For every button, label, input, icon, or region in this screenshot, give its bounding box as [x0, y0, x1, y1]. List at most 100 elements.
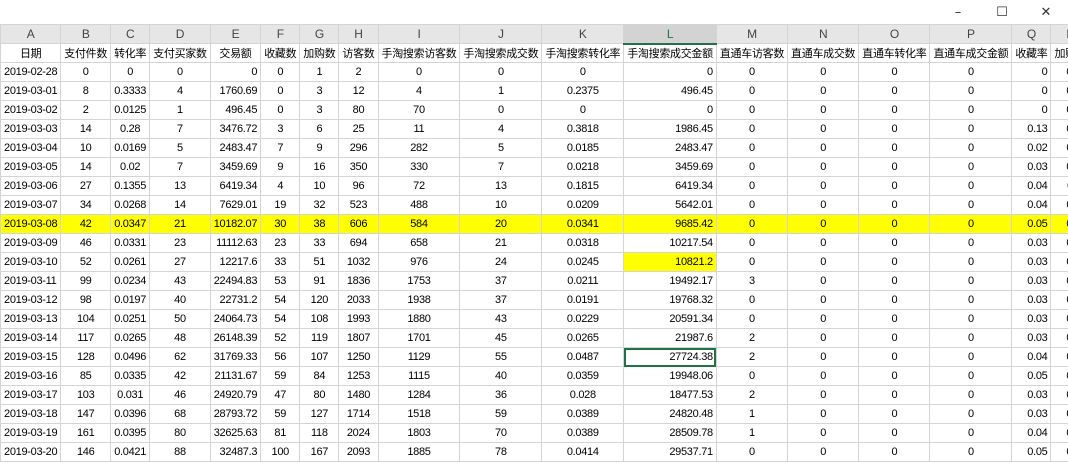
table-cell[interactable]: 0: [787, 328, 860, 348]
table-cell[interactable]: 0: [787, 100, 860, 120]
table-cell[interactable]: 0.028: [541, 385, 625, 405]
table-cell[interactable]: 7: [149, 157, 211, 177]
table-cell[interactable]: 1714: [338, 404, 379, 424]
table-cell[interactable]: 52: [260, 328, 301, 348]
table-cell[interactable]: 120: [299, 290, 340, 310]
table-cell[interactable]: 0.25: [1050, 119, 1068, 139]
table-cell[interactable]: 10182.07: [209, 214, 262, 234]
table-cell[interactable]: 0: [858, 233, 931, 253]
table-cell[interactable]: 0.0234: [110, 271, 151, 291]
table-cell[interactable]: 2019-03-06: [0, 176, 62, 196]
field-header-cell[interactable]: 手淘搜索成交金额: [623, 43, 717, 63]
table-cell[interactable]: 0: [858, 366, 931, 386]
table-cell[interactable]: 0: [787, 271, 860, 291]
table-cell[interactable]: 0: [929, 328, 1013, 348]
column-header-b[interactable]: B: [60, 24, 112, 44]
table-cell[interactable]: 0: [715, 138, 789, 158]
table-cell[interactable]: 0.04: [1011, 423, 1052, 443]
table-cell[interactable]: 0: [929, 366, 1013, 386]
table-cell[interactable]: 0.05: [1011, 366, 1052, 386]
table-cell[interactable]: 0.2375: [541, 81, 625, 101]
table-cell[interactable]: 0: [787, 214, 860, 234]
table-cell[interactable]: 118: [299, 423, 340, 443]
table-cell[interactable]: 1753: [377, 271, 461, 291]
field-header-cell[interactable]: 加购率: [1050, 43, 1068, 63]
table-cell[interactable]: 0: [715, 157, 789, 177]
column-header-r[interactable]: R: [1050, 24, 1068, 44]
table-cell[interactable]: 59: [459, 404, 543, 424]
table-cell[interactable]: 9685.42: [623, 214, 717, 234]
table-cell[interactable]: 0: [858, 252, 931, 272]
table-cell[interactable]: 0: [858, 100, 931, 120]
table-cell[interactable]: 0.06: [1050, 290, 1068, 310]
table-cell[interactable]: 0: [787, 138, 860, 158]
table-cell[interactable]: 0: [858, 214, 931, 234]
field-header-cell[interactable]: 加购数: [299, 43, 340, 63]
table-cell[interactable]: 104: [60, 309, 112, 329]
table-cell[interactable]: 1880: [377, 309, 461, 329]
table-cell[interactable]: 2019-03-20: [0, 442, 62, 462]
table-cell[interactable]: 1518: [377, 404, 461, 424]
table-cell[interactable]: 1701: [377, 328, 461, 348]
table-cell[interactable]: 0: [858, 271, 931, 291]
table-cell[interactable]: 56: [260, 347, 301, 367]
table-cell[interactable]: 2019-03-08: [0, 214, 62, 234]
table-cell[interactable]: 0: [929, 404, 1013, 424]
table-cell[interactable]: 658: [377, 233, 461, 253]
table-cell[interactable]: 0: [541, 100, 625, 120]
field-header-cell[interactable]: 手淘搜索访客数: [377, 43, 461, 63]
table-cell[interactable]: 2: [60, 100, 112, 120]
table-cell[interactable]: 25: [338, 119, 379, 139]
field-header-cell[interactable]: 直通车转化率: [858, 43, 931, 63]
table-cell[interactable]: 100: [260, 442, 301, 462]
table-cell[interactable]: 2019-03-05: [0, 157, 62, 177]
table-cell[interactable]: 40: [459, 366, 543, 386]
table-cell[interactable]: 0.06: [1050, 214, 1068, 234]
table-cell[interactable]: 694: [338, 233, 379, 253]
table-cell[interactable]: 0.0421: [110, 442, 151, 462]
table-cell[interactable]: 16: [299, 157, 340, 177]
table-cell[interactable]: 0: [787, 290, 860, 310]
table-cell[interactable]: 80: [299, 385, 340, 405]
table-cell[interactable]: 0.03: [1011, 385, 1052, 405]
table-cell[interactable]: 2019-03-10: [0, 252, 62, 272]
table-cell[interactable]: 0: [929, 157, 1013, 177]
table-cell[interactable]: 70: [459, 423, 543, 443]
table-cell[interactable]: 0.04: [1011, 176, 1052, 196]
table-cell[interactable]: 0.04: [1011, 195, 1052, 215]
table-cell[interactable]: 0.0209: [541, 195, 625, 215]
field-header-cell[interactable]: 直通车访客数: [715, 43, 789, 63]
minimize-icon[interactable]: –: [936, 0, 980, 24]
table-cell[interactable]: 0.0265: [110, 328, 151, 348]
table-cell[interactable]: 0.0331: [110, 233, 151, 253]
table-cell[interactable]: 22731.2: [209, 290, 262, 310]
table-cell[interactable]: 47: [260, 385, 301, 405]
table-cell[interactable]: 32: [299, 195, 340, 215]
table-cell[interactable]: 72: [377, 176, 461, 196]
table-cell[interactable]: 0.0359: [541, 366, 625, 386]
table-cell[interactable]: 10: [299, 176, 340, 196]
table-cell[interactable]: 1: [299, 62, 340, 82]
table-cell[interactable]: 14: [60, 119, 112, 139]
table-cell[interactable]: 2019-03-19: [0, 423, 62, 443]
table-cell[interactable]: 167: [299, 442, 340, 462]
column-header-d[interactable]: D: [149, 24, 211, 44]
table-cell[interactable]: 108: [299, 309, 340, 329]
table-cell[interactable]: 10: [459, 195, 543, 215]
table-cell[interactable]: 1807: [338, 328, 379, 348]
table-cell[interactable]: 27: [149, 252, 211, 272]
table-cell[interactable]: 1250: [338, 347, 379, 367]
table-cell[interactable]: 0: [260, 100, 301, 120]
table-cell[interactable]: 0.48: [1050, 62, 1068, 82]
table-cell[interactable]: 0: [858, 347, 931, 367]
table-cell[interactable]: 48: [149, 328, 211, 348]
table-cell[interactable]: 0.07: [1050, 328, 1068, 348]
table-cell[interactable]: 127: [299, 404, 340, 424]
table-cell[interactable]: 10217.54: [623, 233, 717, 253]
table-cell[interactable]: 0: [715, 252, 789, 272]
table-cell[interactable]: 12217.6: [209, 252, 262, 272]
table-cell[interactable]: 0.05: [1011, 214, 1052, 234]
table-cell[interactable]: 21: [149, 214, 211, 234]
table-cell[interactable]: 2019-03-12: [0, 290, 62, 310]
column-header-n[interactable]: N: [787, 24, 860, 44]
